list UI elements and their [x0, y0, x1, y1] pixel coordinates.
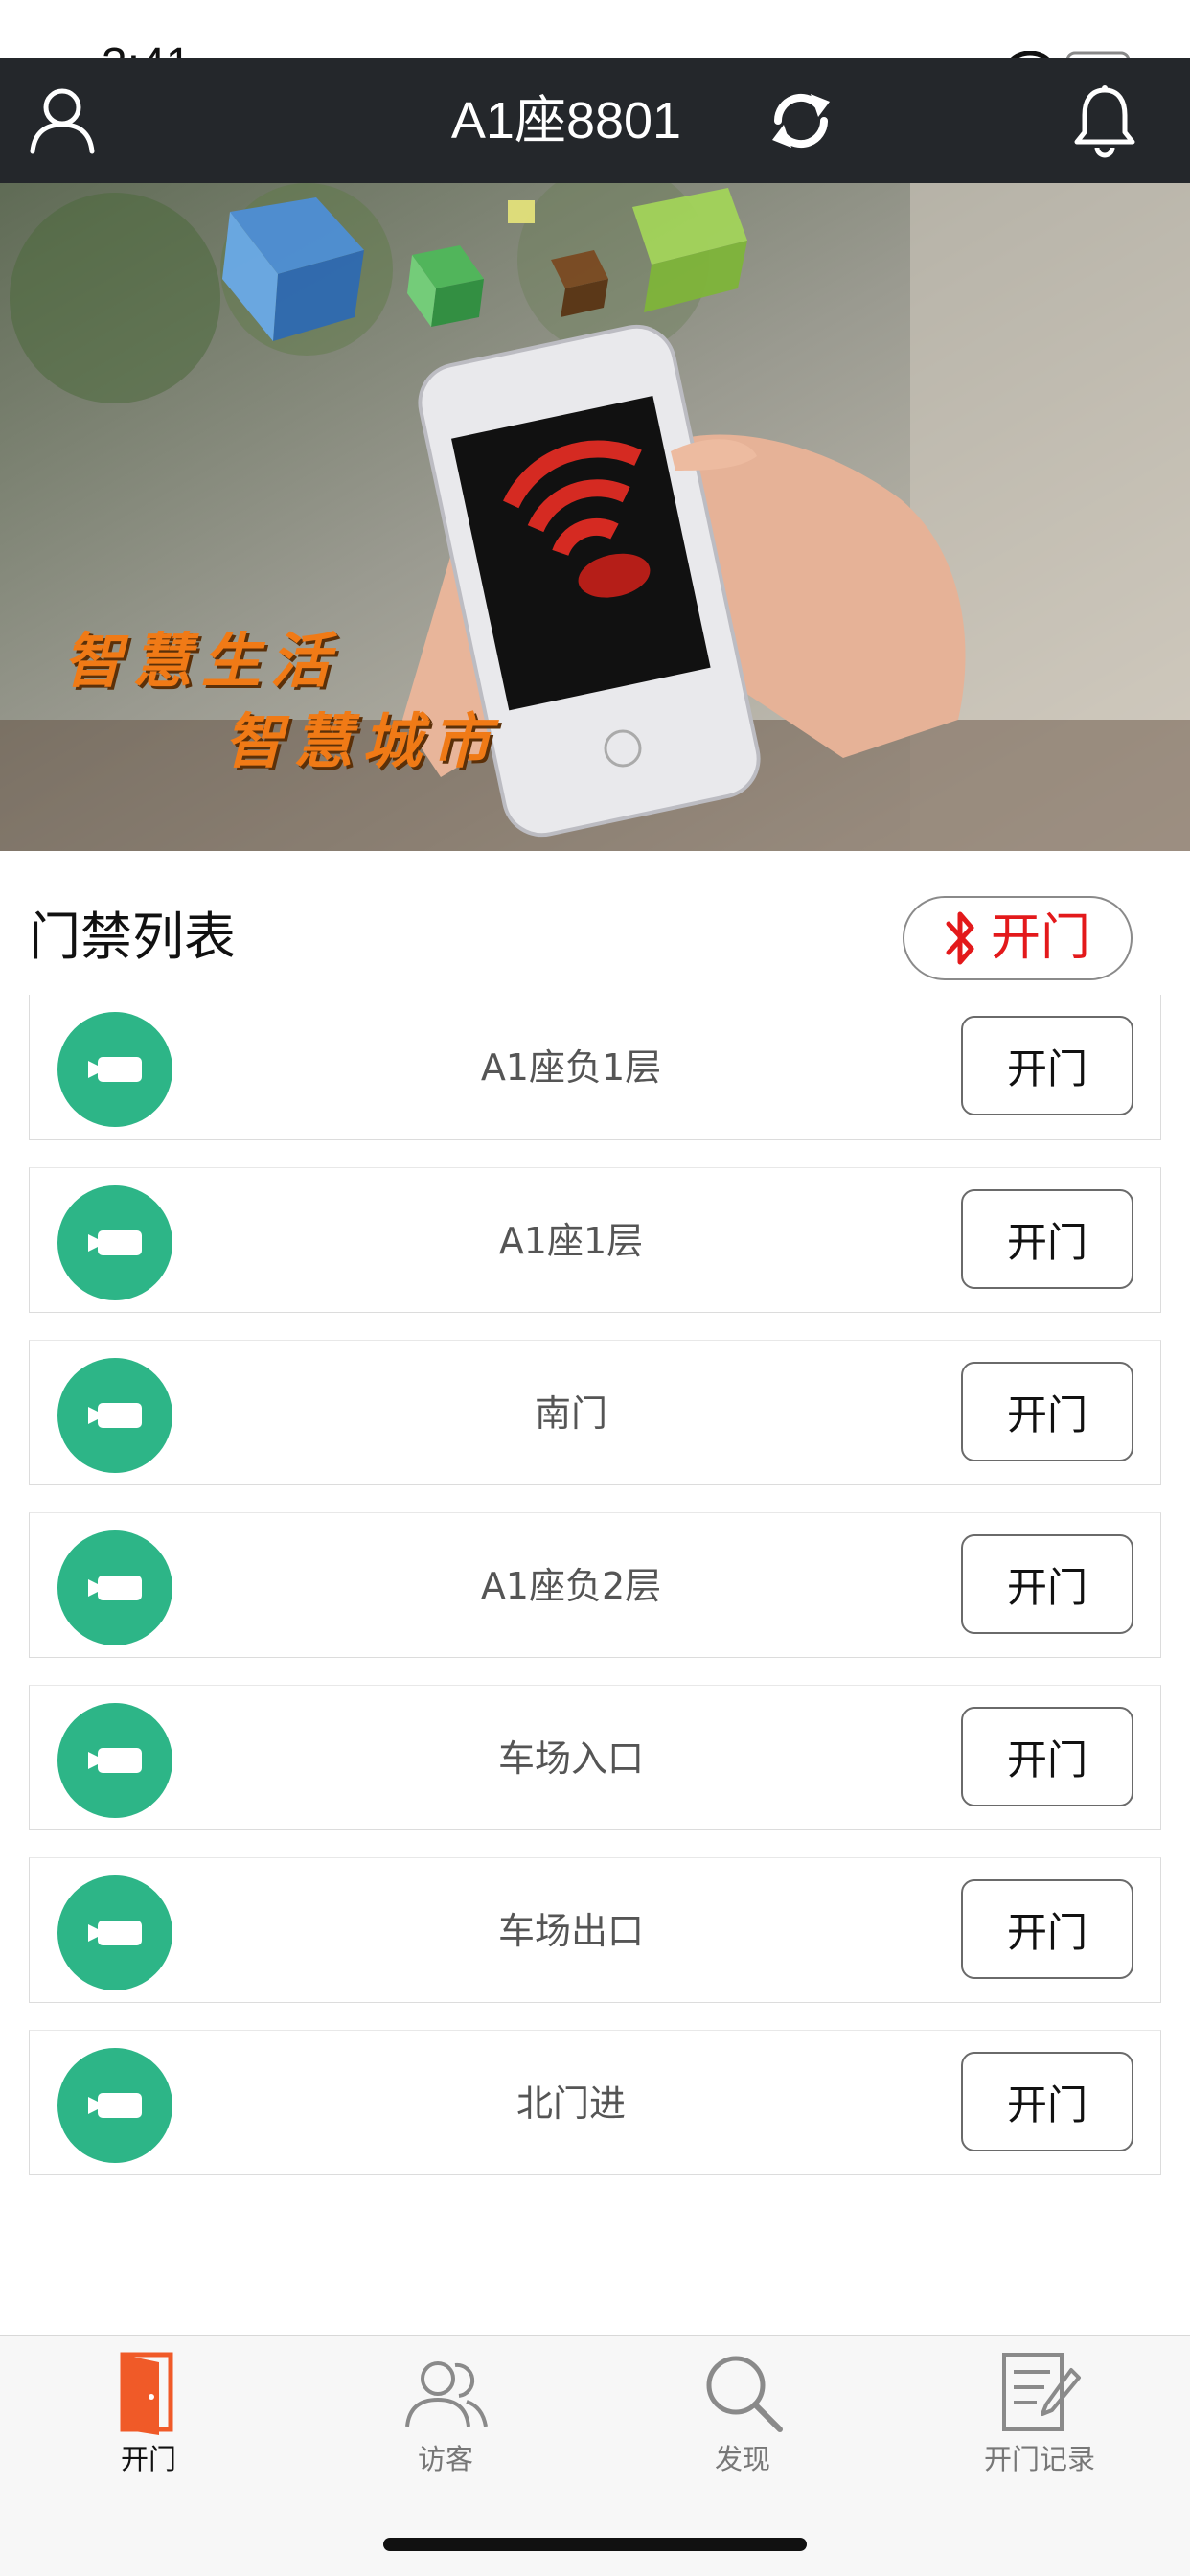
open-door-button[interactable]: 开门	[961, 1707, 1133, 1806]
door-name: 车场入口	[497, 1737, 644, 1780]
door-list-item[interactable]: A1座1层 开门	[29, 1167, 1161, 1313]
door-name: A1座1层	[498, 1220, 644, 1262]
top-nav-bar: A1座8801	[0, 58, 1190, 183]
tab-label: 开门	[120, 2443, 176, 2475]
door-list-item[interactable]: A1座负2层 开门	[29, 1512, 1161, 1658]
video-camera-icon	[88, 1748, 142, 1773]
camera-icon-badge	[57, 1358, 172, 1473]
tab-label: 发现	[714, 2443, 770, 2475]
app-screen: 3:41 A1座8801	[0, 0, 1190, 2576]
refresh-icon	[772, 93, 830, 149]
camera-icon-badge	[57, 1530, 172, 1645]
door-name: A1座负2层	[480, 1565, 662, 1607]
notifications-button[interactable]	[1069, 82, 1140, 159]
camera-icon-badge	[57, 1185, 172, 1300]
open-door-button[interactable]: 开门	[961, 1189, 1133, 1289]
bluetooth-icon	[946, 911, 974, 965]
open-door-button[interactable]: 开门	[961, 2052, 1133, 2151]
tab-label: 访客	[417, 2443, 473, 2475]
door-name: 南门	[534, 1392, 607, 1435]
page-title: A1座8801	[450, 92, 682, 150]
camera-icon-badge	[57, 1703, 172, 1818]
records-icon	[992, 2346, 1087, 2438]
open-door-button[interactable]: 开门	[961, 1016, 1133, 1116]
tab-visitors[interactable]: 访客	[297, 2346, 594, 2490]
door-list-item[interactable]: 车场入口 开门	[29, 1685, 1161, 1830]
door-list-item[interactable]: 南门 开门	[29, 1340, 1161, 1485]
video-camera-icon	[88, 1576, 142, 1600]
tab-discover[interactable]: 发现	[594, 2346, 891, 2490]
door-list-item[interactable]: A1座负1层 开门	[29, 995, 1161, 1140]
visitors-icon	[398, 2346, 493, 2438]
bell-icon	[1074, 85, 1135, 158]
video-camera-icon	[88, 2093, 142, 2118]
search-icon	[695, 2346, 790, 2438]
door-list-item[interactable]: 车场出口 开门	[29, 1857, 1161, 2003]
refresh-button[interactable]	[763, 82, 839, 159]
banner-slogan-line1: 智慧生活	[63, 626, 340, 696]
home-indicator[interactable]	[383, 2538, 807, 2551]
tab-label: 开门记录	[983, 2443, 1095, 2475]
tab-open-door[interactable]: 开门	[0, 2346, 297, 2490]
banner-illustration	[0, 183, 1190, 851]
bluetooth-open-button[interactable]: 开门	[903, 896, 1133, 980]
status-bar: 3:41	[0, 0, 1190, 88]
access-list-title: 门禁列表	[29, 907, 236, 967]
open-door-button[interactable]: 开门	[961, 1362, 1133, 1461]
camera-icon-badge	[57, 2048, 172, 2163]
promo-banner[interactable]: 智慧生活 智慧城市	[0, 183, 1190, 851]
video-camera-icon	[88, 1920, 142, 1945]
door-icon	[101, 2346, 196, 2438]
video-camera-icon	[88, 1230, 142, 1255]
door-name: 车场出口	[497, 1910, 644, 1952]
tab-records[interactable]: 开门记录	[891, 2346, 1188, 2490]
open-door-button[interactable]: 开门	[961, 1879, 1133, 1979]
bluetooth-open-label: 开门	[990, 909, 1090, 967]
video-camera-icon	[88, 1403, 142, 1428]
door-list-item[interactable]: 北门进 开门	[29, 2030, 1161, 2175]
door-name: A1座负1层	[480, 1046, 662, 1089]
banner-slogan-line2: 智慧城市	[224, 706, 501, 776]
open-door-button[interactable]: 开门	[961, 1534, 1133, 1634]
camera-icon-badge	[57, 1012, 172, 1127]
video-camera-icon	[88, 1057, 142, 1082]
camera-icon-badge	[57, 1875, 172, 1990]
door-list: A1座负1层 开门 A1座1层 开门 南门 开门 A1座负2层 开门 车场入口 …	[29, 995, 1161, 2202]
door-name: 北门进	[515, 2082, 626, 2125]
